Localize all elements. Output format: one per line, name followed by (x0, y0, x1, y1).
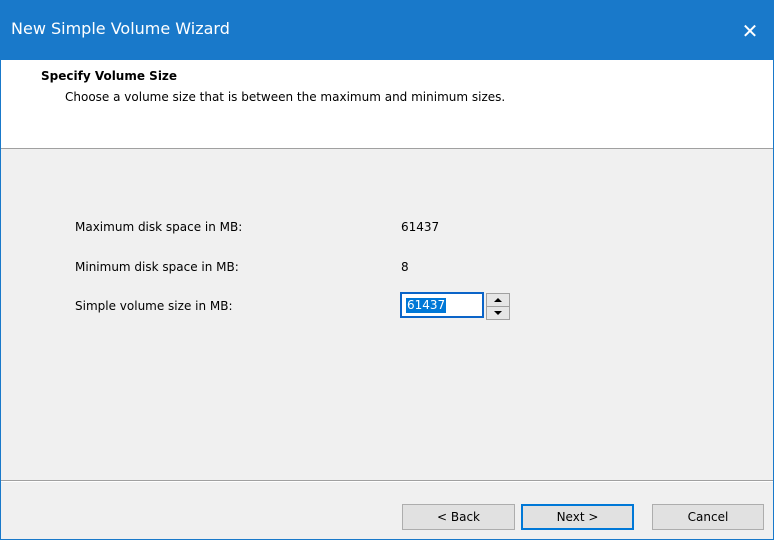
wizard-window: New Simple Volume Wizard ✕ Specify Volum… (0, 0, 774, 540)
window-title: New Simple Volume Wizard (11, 19, 230, 38)
min-disk-space-value: 8 (401, 260, 409, 274)
volume-size-label: Simple volume size in MB: (75, 299, 233, 313)
footer-divider-highlight (1, 481, 773, 482)
arrow-down-icon (494, 311, 502, 315)
volume-size-spinner[interactable] (486, 293, 510, 320)
wizard-header: Specify Volume Size Choose a volume size… (1, 60, 773, 149)
wizard-body: Maximum disk space in MB: 61437 Minimum … (1, 149, 773, 479)
page-title: Specify Volume Size (41, 69, 178, 83)
min-disk-space-label: Minimum disk space in MB: (75, 260, 239, 274)
close-button[interactable]: ✕ (727, 1, 773, 60)
spin-up-button[interactable] (487, 294, 509, 307)
cancel-button[interactable]: Cancel (652, 504, 764, 530)
volume-size-input[interactable]: 61437 (400, 292, 484, 318)
back-button[interactable]: < Back (402, 504, 515, 530)
page-subtitle: Choose a volume size that is between the… (65, 90, 506, 104)
title-bar: New Simple Volume Wizard ✕ (1, 1, 773, 60)
volume-size-selected-text: 61437 (406, 297, 447, 313)
spin-down-button[interactable] (487, 307, 509, 319)
max-disk-space-value: 61437 (401, 220, 440, 234)
next-button[interactable]: Next > (521, 504, 634, 530)
arrow-up-icon (494, 298, 502, 302)
close-icon: ✕ (741, 18, 759, 43)
max-disk-space-label: Maximum disk space in MB: (75, 220, 243, 234)
